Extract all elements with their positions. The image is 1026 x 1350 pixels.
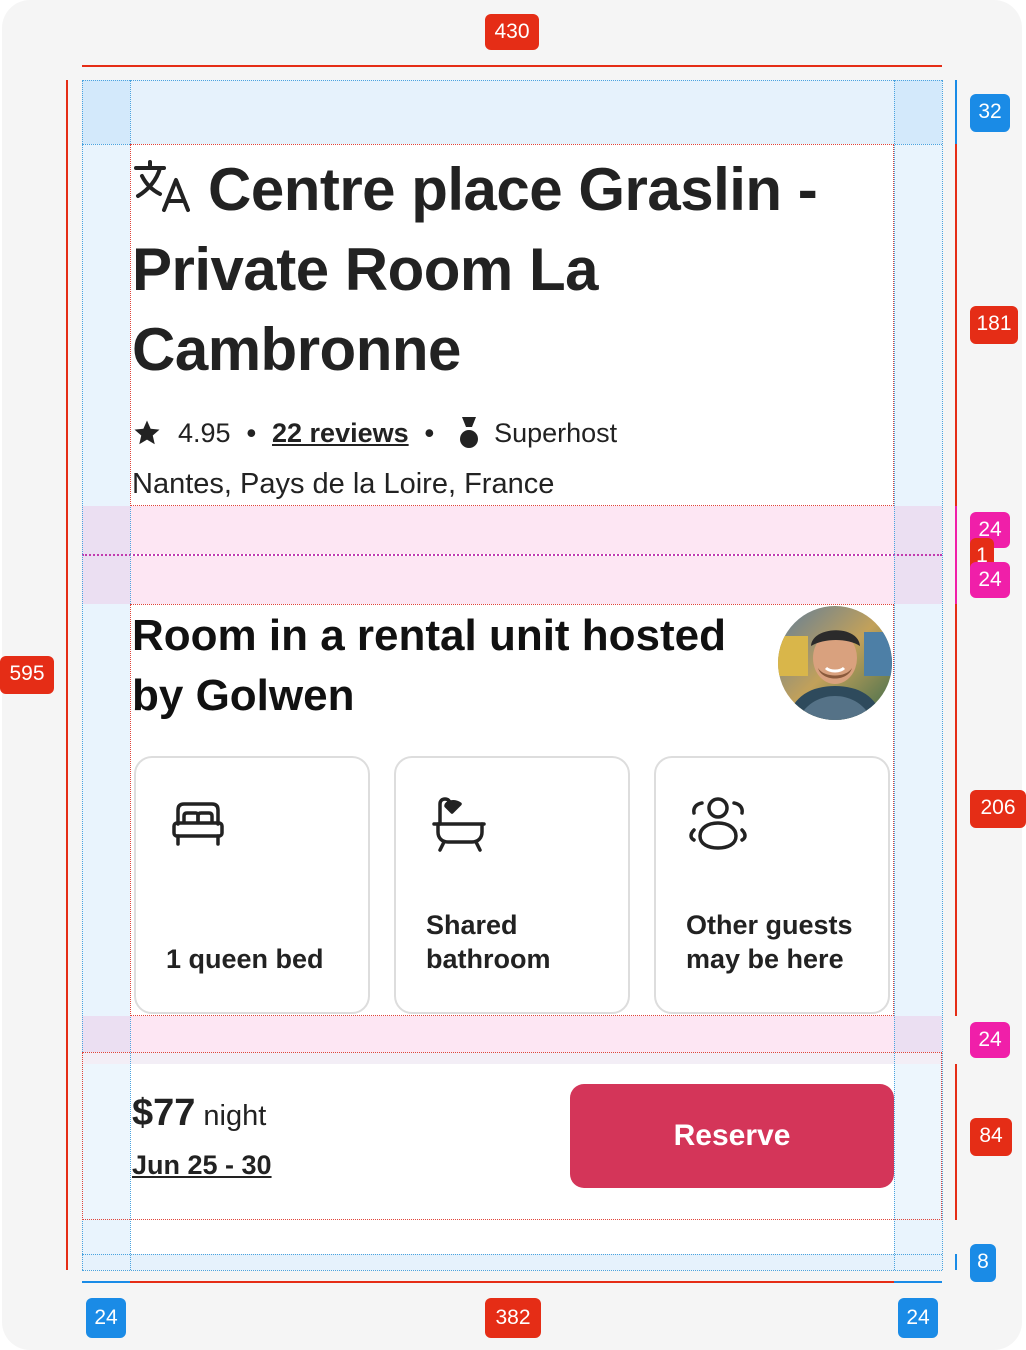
divider-line [82, 554, 942, 556]
listing-title-block: Centre place Graslin - Private Room La C… [132, 150, 892, 390]
header-height-dimension-line [955, 144, 957, 506]
bathtub-icon [432, 797, 486, 852]
translate-icon[interactable] [132, 158, 194, 214]
listing-title: Centre place Graslin - Private Room La C… [132, 156, 818, 383]
total-height-badge: 595 [0, 656, 54, 694]
header-height-badge: 181 [970, 306, 1018, 344]
highlight-label: Other guests may be here [686, 910, 853, 974]
left-padding-badge: 24 [86, 1298, 126, 1338]
bottom-padding-dimension-line [955, 1254, 957, 1270]
nightly-price: $77 [132, 1092, 196, 1134]
bottom-edge-guide [82, 1270, 942, 1271]
footer-height-badge: 84 [970, 1118, 1012, 1156]
rating-value: 4.95 [178, 417, 231, 448]
price-block: $77 night [132, 1092, 266, 1135]
bed-icon [172, 802, 224, 846]
bottom-padding-badge: 8 [970, 1244, 996, 1282]
separator-dot: • [246, 417, 257, 448]
separator-dot: • [424, 417, 435, 448]
host-avatar[interactable] [778, 606, 892, 720]
top-padding-badge: 32 [970, 94, 1010, 132]
listing-meta-row: 4.95 • 22 reviews • Superhost [132, 414, 617, 452]
right-edge-guide [942, 80, 943, 1270]
gap-above-footer [82, 1016, 942, 1052]
gap-below-divider [82, 556, 942, 604]
top-padding-zone [82, 80, 942, 144]
superhost-medal-icon [460, 417, 479, 448]
top-right-padding-corner [894, 80, 942, 144]
total-height-dimension-line [66, 80, 68, 1270]
highlight-label: 1 queen bed [166, 944, 324, 974]
guests-icon [689, 797, 747, 850]
gap-b-badge: 24 [970, 562, 1010, 598]
superhost-label: Superhost [494, 417, 618, 448]
safe-area-guide [82, 1254, 942, 1255]
content-width-badge: 382 [485, 1298, 541, 1338]
right-padding-dimension-line [894, 1281, 942, 1283]
gap-left-corner-2 [82, 1016, 130, 1052]
host-avatar-image [778, 606, 892, 720]
gap-right-corner-2 [894, 1016, 942, 1052]
width-dimension-line [82, 65, 942, 67]
gap-above-divider [82, 506, 942, 554]
reserve-button[interactable]: Reserve [570, 1084, 894, 1188]
host-heading: Room in a rental unit hosted by Golwen [132, 611, 727, 720]
left-padding-dimension-line [82, 1281, 130, 1283]
gap-dimension-line [955, 506, 957, 604]
price-unit: night [203, 1100, 267, 1132]
footer-height-dimension-line [955, 1064, 957, 1220]
highlight-card-bathroom[interactable]: Shared bathroom [394, 756, 630, 1014]
reviews-link[interactable]: 22 reviews [272, 418, 409, 449]
content-width-dimension-line [130, 1281, 894, 1283]
top-left-padding-corner [82, 80, 130, 144]
highlight-card-bed[interactable]: 1 queen bed [134, 756, 370, 1014]
highlight-label: Shared bathroom [426, 910, 551, 974]
section-height-badge: 206 [970, 790, 1026, 828]
bottom-safe-area [82, 1254, 942, 1270]
listing-location: Nantes, Pays de la Loire, France [132, 468, 555, 500]
date-range-link[interactable]: Jun 25 - 30 [132, 1150, 272, 1181]
star-icon [134, 420, 160, 445]
top-padding-dimension-line [955, 80, 957, 144]
gap-c-badge: 24 [970, 1022, 1010, 1058]
width-dimension-badge: 430 [485, 14, 539, 50]
right-padding-badge: 24 [898, 1298, 938, 1338]
section-height-dimension-line [955, 604, 957, 1016]
highlight-card-guests[interactable]: Other guests may be here [654, 756, 890, 1014]
top-edge-guide [82, 80, 942, 81]
